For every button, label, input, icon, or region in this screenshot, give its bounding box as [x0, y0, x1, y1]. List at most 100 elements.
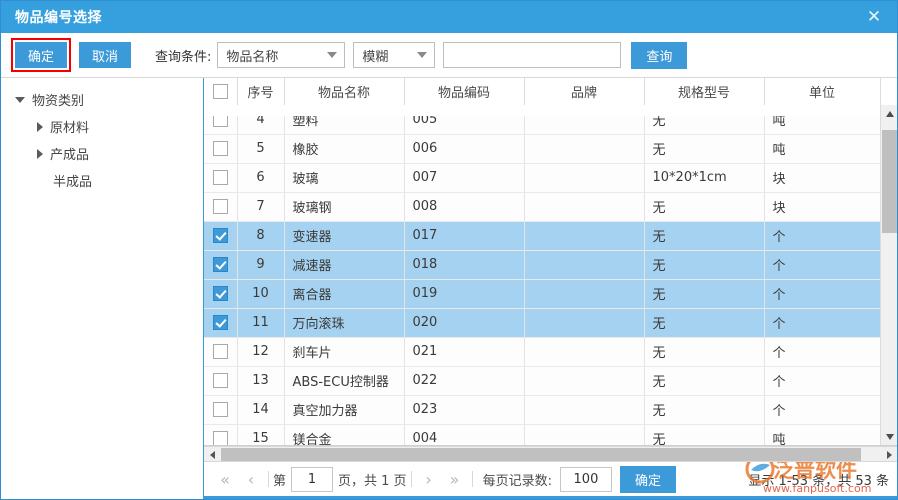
cell-unit: 吨	[764, 424, 880, 446]
close-icon[interactable]: ✕	[851, 1, 897, 33]
row-checkbox-cell[interactable]	[204, 192, 237, 221]
cell-spec: 10*20*1cm	[644, 163, 764, 192]
scroll-down-icon[interactable]	[881, 428, 897, 445]
query-field-select[interactable]: 物品名称	[217, 42, 345, 68]
row-checkbox-cell[interactable]	[204, 395, 237, 424]
header-code: 物品编码	[404, 78, 524, 105]
next-page-button[interactable]: ›	[416, 470, 442, 489]
cell-index: 14	[237, 395, 284, 424]
vertical-scrollbar[interactable]	[880, 105, 897, 445]
scroll-up-icon[interactable]	[881, 105, 897, 122]
row-checkbox[interactable]	[213, 286, 228, 301]
row-checkbox-cell[interactable]	[204, 163, 237, 192]
tree-node-label: 物资类别	[32, 90, 84, 109]
row-checkbox[interactable]	[213, 344, 228, 359]
prev-page-button[interactable]: ‹	[238, 470, 264, 489]
cell-unit: 个	[764, 221, 880, 250]
select-all-checkbox[interactable]	[213, 84, 228, 99]
search-button[interactable]: 查询	[631, 42, 687, 69]
row-checkbox-cell[interactable]	[204, 221, 237, 250]
row-checkbox[interactable]	[213, 170, 228, 185]
table-row[interactable]: 11万向滚珠020无个	[204, 308, 880, 337]
tree-node-semi-finished-product[interactable]: 半成品	[1, 167, 203, 194]
table-row[interactable]: 12刹车片021无个	[204, 337, 880, 366]
row-checkbox[interactable]	[213, 315, 228, 330]
row-checkbox-cell[interactable]	[204, 337, 237, 366]
toolbar: 确定 取消 查询条件: 物品名称 模糊 查询	[1, 33, 897, 78]
table-body: 4塑料005无吨5橡胶006无吨6玻璃00710*20*1cm块7玻璃钢008无…	[204, 105, 880, 446]
row-checkbox[interactable]	[213, 257, 228, 272]
row-checkbox[interactable]	[213, 199, 228, 214]
table-row[interactable]: 15镁合金004无吨	[204, 424, 880, 446]
page-number-input[interactable]	[291, 467, 333, 492]
caret-right-icon[interactable]	[37, 122, 43, 132]
cell-spec: 无	[644, 395, 764, 424]
cell-unit: 个	[764, 395, 880, 424]
page-title: 物品编号选择	[15, 7, 102, 27]
row-checkbox-cell[interactable]	[204, 308, 237, 337]
page-suffix-label: 页，共 1 页	[338, 470, 407, 489]
cancel-button[interactable]: 取消	[79, 42, 131, 68]
table-row[interactable]: 7玻璃钢008无块	[204, 192, 880, 221]
cell-spec: 无	[644, 134, 764, 163]
grid-pane: 序号 物品名称 物品编码 品牌 规格型号 单位 4塑料005无吨5橡胶006无吨…	[204, 78, 897, 499]
cell-brand	[524, 279, 644, 308]
cell-item-name: 万向滚珠	[284, 308, 404, 337]
header-index: 序号	[237, 78, 284, 105]
row-checkbox[interactable]	[213, 402, 228, 417]
cell-brand	[524, 366, 644, 395]
item-code-selection-dialog: 物品编号选择 ✕ 确定 取消 查询条件: 物品名称 模糊 查询 物资类别	[0, 0, 898, 500]
query-match-select[interactable]: 模糊	[353, 42, 435, 68]
table-row[interactable]: 5橡胶006无吨	[204, 134, 880, 163]
row-checkbox[interactable]	[213, 228, 228, 243]
search-input[interactable]	[443, 42, 621, 68]
cell-index: 6	[237, 163, 284, 192]
header-unit: 单位	[764, 78, 880, 105]
horizontal-scroll-thumb[interactable]	[221, 448, 861, 461]
cell-index: 8	[237, 221, 284, 250]
row-checkbox-cell[interactable]	[204, 424, 237, 446]
pager-divider	[411, 471, 412, 487]
page-size-input[interactable]	[560, 467, 612, 492]
tree-node-label: 产成品	[50, 144, 89, 163]
confirm-button[interactable]: 确定	[15, 42, 67, 68]
cell-index: 10	[237, 279, 284, 308]
scroll-right-icon[interactable]	[881, 447, 897, 462]
query-field-value: 物品名称	[226, 46, 278, 65]
cell-brand	[524, 221, 644, 250]
vertical-scroll-thumb[interactable]	[882, 130, 897, 233]
table-row[interactable]: 10离合器019无个	[204, 279, 880, 308]
cell-unit: 个	[764, 250, 880, 279]
cell-index: 13	[237, 366, 284, 395]
table-row[interactable]: 13ABS-ECU控制器022无个	[204, 366, 880, 395]
tree-node-finished-product[interactable]: 产成品	[1, 140, 203, 167]
row-checkbox-cell[interactable]	[204, 134, 237, 163]
items-table: 序号 物品名称 物品编码 品牌 规格型号 单位 4塑料005无吨5橡胶006无吨…	[204, 78, 881, 446]
cell-item-code: 021	[404, 337, 524, 366]
cell-item-code: 017	[404, 221, 524, 250]
row-checkbox-cell[interactable]	[204, 279, 237, 308]
tree-node-raw-material[interactable]: 原材料	[1, 113, 203, 140]
row-checkbox-cell[interactable]	[204, 366, 237, 395]
cell-index: 11	[237, 308, 284, 337]
first-page-button[interactable]: «	[212, 470, 238, 489]
table-row[interactable]: 9减速器018无个	[204, 250, 880, 279]
caret-right-icon[interactable]	[37, 149, 43, 159]
table-row[interactable]: 14真空加力器023无个	[204, 395, 880, 424]
tree-node-material-category[interactable]: 物资类别	[1, 86, 203, 113]
row-checkbox-cell[interactable]	[204, 250, 237, 279]
pager-confirm-button[interactable]: 确定	[620, 466, 676, 493]
confirm-button-highlight: 确定	[11, 38, 71, 72]
scroll-left-icon[interactable]	[204, 447, 220, 462]
row-checkbox[interactable]	[213, 373, 228, 388]
category-tree: 物资类别 原材料 产成品 半成品	[1, 78, 204, 499]
table-row[interactable]: 6玻璃00710*20*1cm块	[204, 163, 880, 192]
caret-down-icon[interactable]	[15, 97, 25, 103]
cell-index: 12	[237, 337, 284, 366]
pagination-bar: « ‹ 第 页，共 1 页 › » 每页记录数: 确定 显示 1-53 条，共 …	[204, 462, 897, 499]
last-page-button[interactable]: »	[442, 470, 468, 489]
horizontal-scrollbar[interactable]	[204, 446, 897, 462]
table-row[interactable]: 8变速器017无个	[204, 221, 880, 250]
row-checkbox[interactable]	[213, 431, 228, 446]
row-checkbox[interactable]	[213, 141, 228, 156]
